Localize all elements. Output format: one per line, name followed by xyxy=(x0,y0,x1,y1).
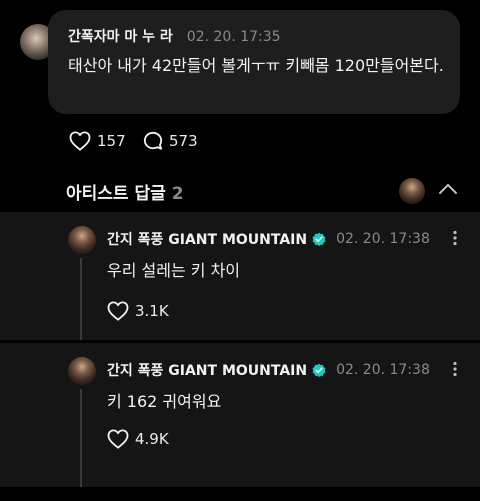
reply-more-button[interactable] xyxy=(452,230,458,250)
artist-avatar-small xyxy=(399,178,425,204)
artist-reply: 간지 폭풍 GIANT MOUNTAIN 02. 20. 17:38 키 162… xyxy=(0,343,480,487)
reply-author[interactable]: 간지 폭풍 GIANT MOUNTAIN xyxy=(107,360,307,380)
artist-reply: 간지 폭풍 GIANT MOUNTAIN 02. 20. 17:38 우리 설레… xyxy=(0,212,480,340)
reply-like-count: 4.9K xyxy=(135,430,169,448)
artist-replies-count: 2 xyxy=(171,184,184,204)
verified-badge-icon xyxy=(312,232,326,246)
post-like-button[interactable]: 157 xyxy=(69,131,126,151)
reply-time: 02. 20. 17:38 xyxy=(336,231,430,247)
comment-bubble-icon xyxy=(143,131,163,150)
comment-thread: 간폭자마 마 누 라 02. 20. 17:35 태산아 내가 42만들어 볼게ㅜ… xyxy=(0,0,480,501)
post-like-count: 157 xyxy=(97,132,126,150)
thread-line xyxy=(80,258,82,340)
more-vertical-icon xyxy=(453,361,457,377)
heart-icon xyxy=(107,429,129,449)
artist-replies-header[interactable]: 아티스트 답글 2 xyxy=(66,179,184,204)
artist-replies-title: 아티스트 답글 xyxy=(66,184,166,204)
more-vertical-icon xyxy=(453,230,457,246)
reply-header: 간지 폭풍 GIANT MOUNTAIN 02. 20. 17:38 xyxy=(107,360,430,380)
post-header: 간폭자마 마 누 라 02. 20. 17:35 xyxy=(68,26,281,46)
reply-text: 키 162 귀여워요 xyxy=(107,392,222,411)
post-bubble: 간폭자마 마 누 라 02. 20. 17:35 태산아 내가 42만들어 볼게ㅜ… xyxy=(48,10,460,114)
reply-header: 간지 폭풍 GIANT MOUNTAIN 02. 20. 17:38 xyxy=(107,229,430,249)
thread-line xyxy=(80,389,82,487)
post-author[interactable]: 간폭자마 마 누 라 xyxy=(68,29,173,45)
reply-author[interactable]: 간지 폭풍 GIANT MOUNTAIN xyxy=(107,229,307,249)
post-reply-button[interactable]: 573 xyxy=(143,131,198,151)
post-text: 태산아 내가 42만들어 볼게ㅜㅠ 키빼몸 120만들어본다. xyxy=(68,56,444,75)
reply-like-count: 3.1K xyxy=(135,302,169,320)
reply-like-button[interactable]: 4.9K xyxy=(107,429,169,449)
collapse-button[interactable] xyxy=(438,181,458,200)
reply-text: 우리 설레는 키 차이 xyxy=(107,261,241,280)
post-reply-count: 573 xyxy=(169,132,198,150)
artist-avatar[interactable] xyxy=(68,226,96,254)
verified-badge-icon xyxy=(312,363,326,377)
reply-time: 02. 20. 17:38 xyxy=(336,362,430,378)
reply-more-button[interactable] xyxy=(452,361,458,381)
chevron-up-icon xyxy=(439,184,457,194)
heart-icon xyxy=(107,301,129,321)
reply-like-button[interactable]: 3.1K xyxy=(107,301,169,321)
post-time: 02. 20. 17:35 xyxy=(186,29,281,45)
artist-avatar[interactable] xyxy=(68,357,96,385)
heart-icon xyxy=(69,131,91,151)
